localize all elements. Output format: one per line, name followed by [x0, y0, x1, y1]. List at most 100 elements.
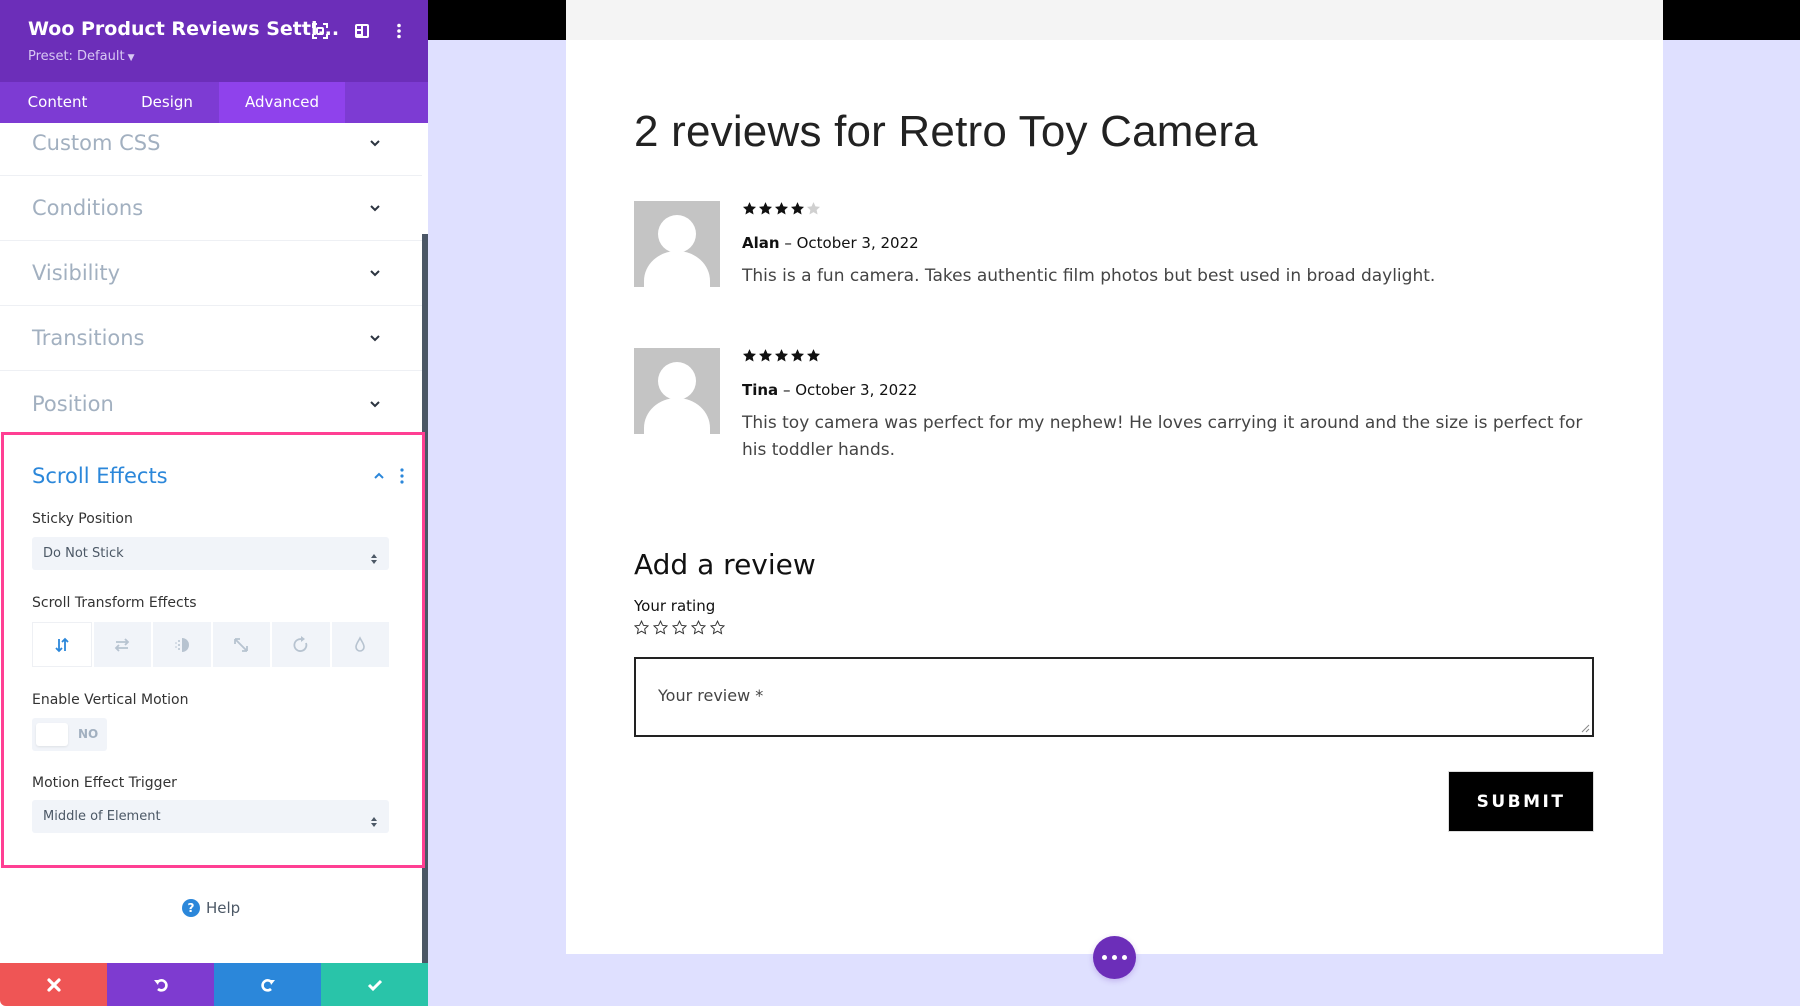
tab-content[interactable]: Content — [0, 82, 115, 123]
section-label: Position — [32, 391, 114, 416]
resize-grip-icon[interactable] — [1580, 723, 1590, 733]
star-empty-icon[interactable] — [634, 620, 649, 635]
chevron-down-icon — [368, 397, 382, 411]
panel-header: Woo Product Reviews Setti... Preset: Def… — [0, 0, 428, 82]
tab-advanced[interactable]: Advanced — [219, 82, 345, 123]
review-text: This is a fun camera. Takes authentic fi… — [742, 266, 1436, 286]
review-meta: Alan – October 3, 2022 — [742, 234, 919, 252]
review-placeholder: Your review * — [658, 686, 764, 705]
effect-scaling[interactable] — [212, 622, 270, 667]
motion-trigger-select[interactable]: Middle of Element — [32, 800, 389, 833]
select-arrows-icon — [370, 809, 378, 827]
star-filled-icon — [742, 202, 757, 215]
dot-icon — [1102, 955, 1107, 960]
checkmark-icon — [367, 979, 382, 991]
vertical-motion-label: Enable Vertical Motion — [32, 692, 189, 708]
section-transitions[interactable]: Transitions — [0, 306, 422, 371]
star-filled-icon — [774, 349, 789, 362]
preset-label: Preset: Default — [28, 49, 125, 64]
vertical-motion-toggle[interactable]: NO — [32, 718, 107, 751]
chevron-down-icon — [368, 331, 382, 345]
motion-trigger-value: Middle of Element — [43, 809, 161, 824]
section-label: Visibility — [32, 261, 121, 285]
caret-down-icon: ▼ — [127, 53, 135, 63]
scaling-icon — [234, 637, 249, 652]
section-position[interactable]: Position — [0, 371, 422, 436]
chevron-down-icon — [368, 136, 382, 150]
canvas-top-bar-left — [428, 0, 566, 40]
star-filled-icon — [758, 349, 773, 362]
star-filled-icon — [758, 202, 773, 215]
review-date: – October 3, 2022 — [782, 381, 918, 399]
section-custom-css[interactable]: Custom CSS — [0, 123, 422, 176]
review-textarea[interactable]: Your review * — [634, 657, 1594, 737]
review-item: Alan – October 3, 2022 This is a fun cam… — [634, 201, 1594, 291]
effect-rotating[interactable] — [272, 622, 330, 667]
avatar — [634, 348, 720, 434]
fading-icon — [174, 637, 189, 652]
dot-icon — [1112, 955, 1117, 960]
submit-button[interactable]: SUBMIT — [1448, 771, 1594, 832]
canvas-top-strip — [566, 0, 1663, 40]
redo-button[interactable] — [214, 963, 321, 1006]
tab-design[interactable]: Design — [115, 82, 219, 123]
review-rating — [742, 201, 821, 216]
preset-dropdown[interactable]: Preset: Default ▼ — [28, 49, 134, 64]
discard-button[interactable] — [0, 963, 107, 1006]
section-visibility[interactable]: Visibility — [0, 241, 422, 306]
effect-vertical-motion[interactable] — [32, 622, 92, 667]
effect-blur[interactable] — [331, 622, 389, 667]
motion-trigger-label: Motion Effect Trigger — [32, 775, 177, 791]
blur-icon — [355, 635, 366, 652]
sticky-position-select[interactable]: Do Not Stick — [32, 537, 389, 570]
page-settings-button[interactable] — [1093, 936, 1136, 979]
canvas-top-bar-right — [1663, 0, 1800, 40]
star-empty-icon[interactable] — [653, 620, 668, 635]
panel-footer — [0, 963, 428, 1006]
section-label: Conditions — [32, 196, 144, 220]
chevron-down-icon — [368, 201, 382, 215]
help-label: Help — [206, 899, 241, 917]
star-filled-icon — [742, 349, 757, 362]
dot-icon — [1122, 955, 1127, 960]
section-conditions[interactable]: Conditions — [0, 176, 422, 241]
panel-tabs: Content Design Advanced — [0, 82, 428, 123]
review-item: Tina – October 3, 2022 This toy camera w… — [634, 348, 1594, 468]
star-empty-icon[interactable] — [672, 620, 687, 635]
star-empty-icon — [806, 202, 821, 215]
effect-fading[interactable] — [153, 622, 211, 667]
chevron-up-icon[interactable] — [372, 468, 386, 482]
horizontal-motion-icon — [114, 637, 130, 652]
reviews-title: 2 reviews for Retro Toy Camera — [634, 107, 1258, 156]
effect-horizontal-motion[interactable] — [93, 622, 151, 667]
redo-icon — [260, 978, 275, 992]
more-options-icon[interactable] — [390, 22, 408, 40]
undo-button[interactable] — [107, 963, 214, 1006]
review-meta: Tina – October 3, 2022 — [742, 381, 917, 399]
section-scroll-effects-title[interactable]: Scroll Effects — [32, 464, 168, 488]
module-settings-panel: Woo Product Reviews Setti... Preset: Def… — [0, 0, 428, 1006]
star-empty-icon[interactable] — [691, 620, 706, 635]
toggle-knob — [36, 723, 68, 746]
rating-input[interactable] — [634, 620, 725, 635]
focus-mode-icon[interactable] — [311, 22, 329, 40]
star-filled-icon — [806, 349, 821, 362]
star-filled-icon — [774, 202, 789, 215]
save-button[interactable] — [321, 963, 428, 1006]
panel-title: Woo Product Reviews Setti... — [28, 18, 340, 40]
star-empty-icon[interactable] — [710, 620, 725, 635]
sticky-position-label: Sticky Position — [32, 511, 133, 527]
help-link[interactable]: ? Help — [182, 899, 240, 917]
review-author: Tina — [742, 381, 779, 399]
add-review-title: Add a review — [634, 548, 816, 581]
review-text: This toy camera was perfect for my nephe… — [742, 413, 1583, 460]
vertical-motion-icon — [55, 637, 69, 652]
section-options-icon[interactable] — [398, 467, 406, 485]
toggle-state: NO — [78, 727, 99, 741]
chevron-down-icon — [368, 266, 382, 280]
split-view-icon[interactable] — [353, 22, 371, 40]
rotating-icon — [293, 635, 308, 652]
your-rating-label: Your rating — [634, 597, 716, 615]
close-icon — [46, 977, 61, 992]
select-arrows-icon — [370, 546, 378, 564]
